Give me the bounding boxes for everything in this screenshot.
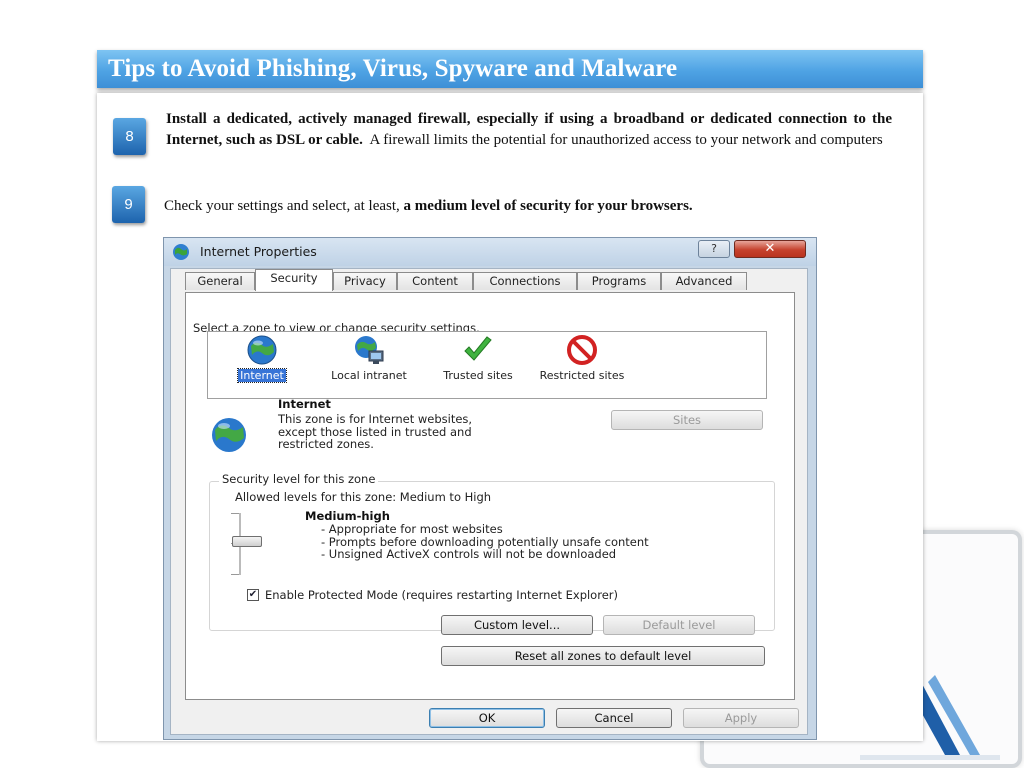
allowed-levels-text: Allowed levels for this zone: Medium to …	[235, 490, 492, 504]
dialog-body: General Security Privacy Content Connect…	[170, 268, 808, 735]
security-slider-thumb[interactable]	[232, 535, 262, 547]
default-level-button[interactable]: Default level	[603, 615, 755, 635]
tip-9-bold: a medium level of security for your brow…	[403, 198, 693, 214]
tab-connections[interactable]: Connections	[473, 272, 577, 290]
slide-title: Tips to Avoid Phishing, Virus, Spyware a…	[108, 55, 678, 82]
zone-label: Local intranet	[331, 369, 407, 382]
sites-button[interactable]: Sites	[611, 410, 763, 430]
security-level-legend: Security level for this zone	[219, 472, 379, 486]
protected-mode-label: Enable Protected Mode (requires restarti…	[265, 588, 618, 602]
reset-zones-button[interactable]: Reset all zones to default level	[441, 646, 765, 666]
security-level-description: - Appropriate for most websites - Prompt…	[321, 523, 649, 561]
intranet-icon	[355, 336, 384, 364]
tab-advanced[interactable]: Advanced	[661, 272, 747, 290]
zone-restricted-sites[interactable]: Restricted sites	[538, 334, 626, 382]
zone-trusted-sites[interactable]: Trusted sites	[426, 334, 530, 382]
slide-title-bar: Tips to Avoid Phishing, Virus, Spyware a…	[97, 50, 923, 88]
tab-general[interactable]: General	[185, 272, 255, 290]
zone-label: Internet	[237, 368, 287, 383]
help-button[interactable]: ?	[698, 240, 730, 258]
tip-8-text: Install a dedicated, actively managed fi…	[166, 109, 892, 151]
zone-label: Restricted sites	[539, 369, 625, 382]
globe-icon	[247, 335, 277, 365]
description-line: restricted zones.	[278, 437, 374, 451]
tip-number-badge: 8	[113, 118, 146, 155]
selected-zone-description: This zone is for Internet websites, exce…	[278, 413, 538, 451]
ok-button[interactable]: OK	[429, 708, 545, 728]
restricted-icon	[567, 335, 597, 365]
globe-icon	[212, 418, 246, 452]
tip-9-normal: Check your settings and select, at least…	[164, 198, 400, 214]
dialog-title-bar: Internet Properties ? ✕	[164, 238, 816, 266]
tab-privacy[interactable]: Privacy	[333, 272, 397, 290]
protected-mode-checkbox[interactable]: ✔	[247, 589, 259, 601]
globe-icon	[173, 244, 189, 260]
level-point: - Unsigned ActiveX controls will not be …	[321, 547, 617, 561]
internet-properties-dialog: Internet Properties ? ✕ General Security…	[163, 237, 817, 740]
custom-level-button[interactable]: Custom level...	[441, 615, 593, 635]
tab-programs[interactable]: Programs	[577, 272, 661, 290]
zone-local-intranet[interactable]: Local intranet	[316, 334, 422, 382]
level-point: - Appropriate for most websites	[321, 522, 503, 536]
checkmark-icon	[464, 336, 492, 361]
zone-list: Internet Local intranet Trusted sites Re…	[207, 331, 767, 399]
dialog-title: Internet Properties	[200, 244, 317, 259]
slider-tick	[231, 574, 239, 575]
tab-content[interactable]: Content	[397, 272, 473, 290]
selected-zone-title: Internet	[278, 397, 331, 411]
security-level-name: Medium-high	[305, 509, 390, 523]
tip-8-normal: A firewall limits the potential for unau…	[369, 132, 883, 148]
tab-security[interactable]: Security	[255, 269, 333, 291]
tip-9-text: Check your settings and select, at least…	[164, 196, 884, 217]
close-button[interactable]: ✕	[734, 240, 806, 258]
zone-internet[interactable]: Internet	[230, 334, 294, 383]
cancel-button[interactable]: Cancel	[556, 708, 672, 728]
description-line: This zone is for Internet websites,	[278, 412, 473, 426]
slider-tick	[231, 513, 239, 514]
zone-label: Trusted sites	[443, 369, 513, 382]
apply-button[interactable]: Apply	[683, 708, 799, 728]
tip-number-badge: 9	[112, 186, 145, 223]
